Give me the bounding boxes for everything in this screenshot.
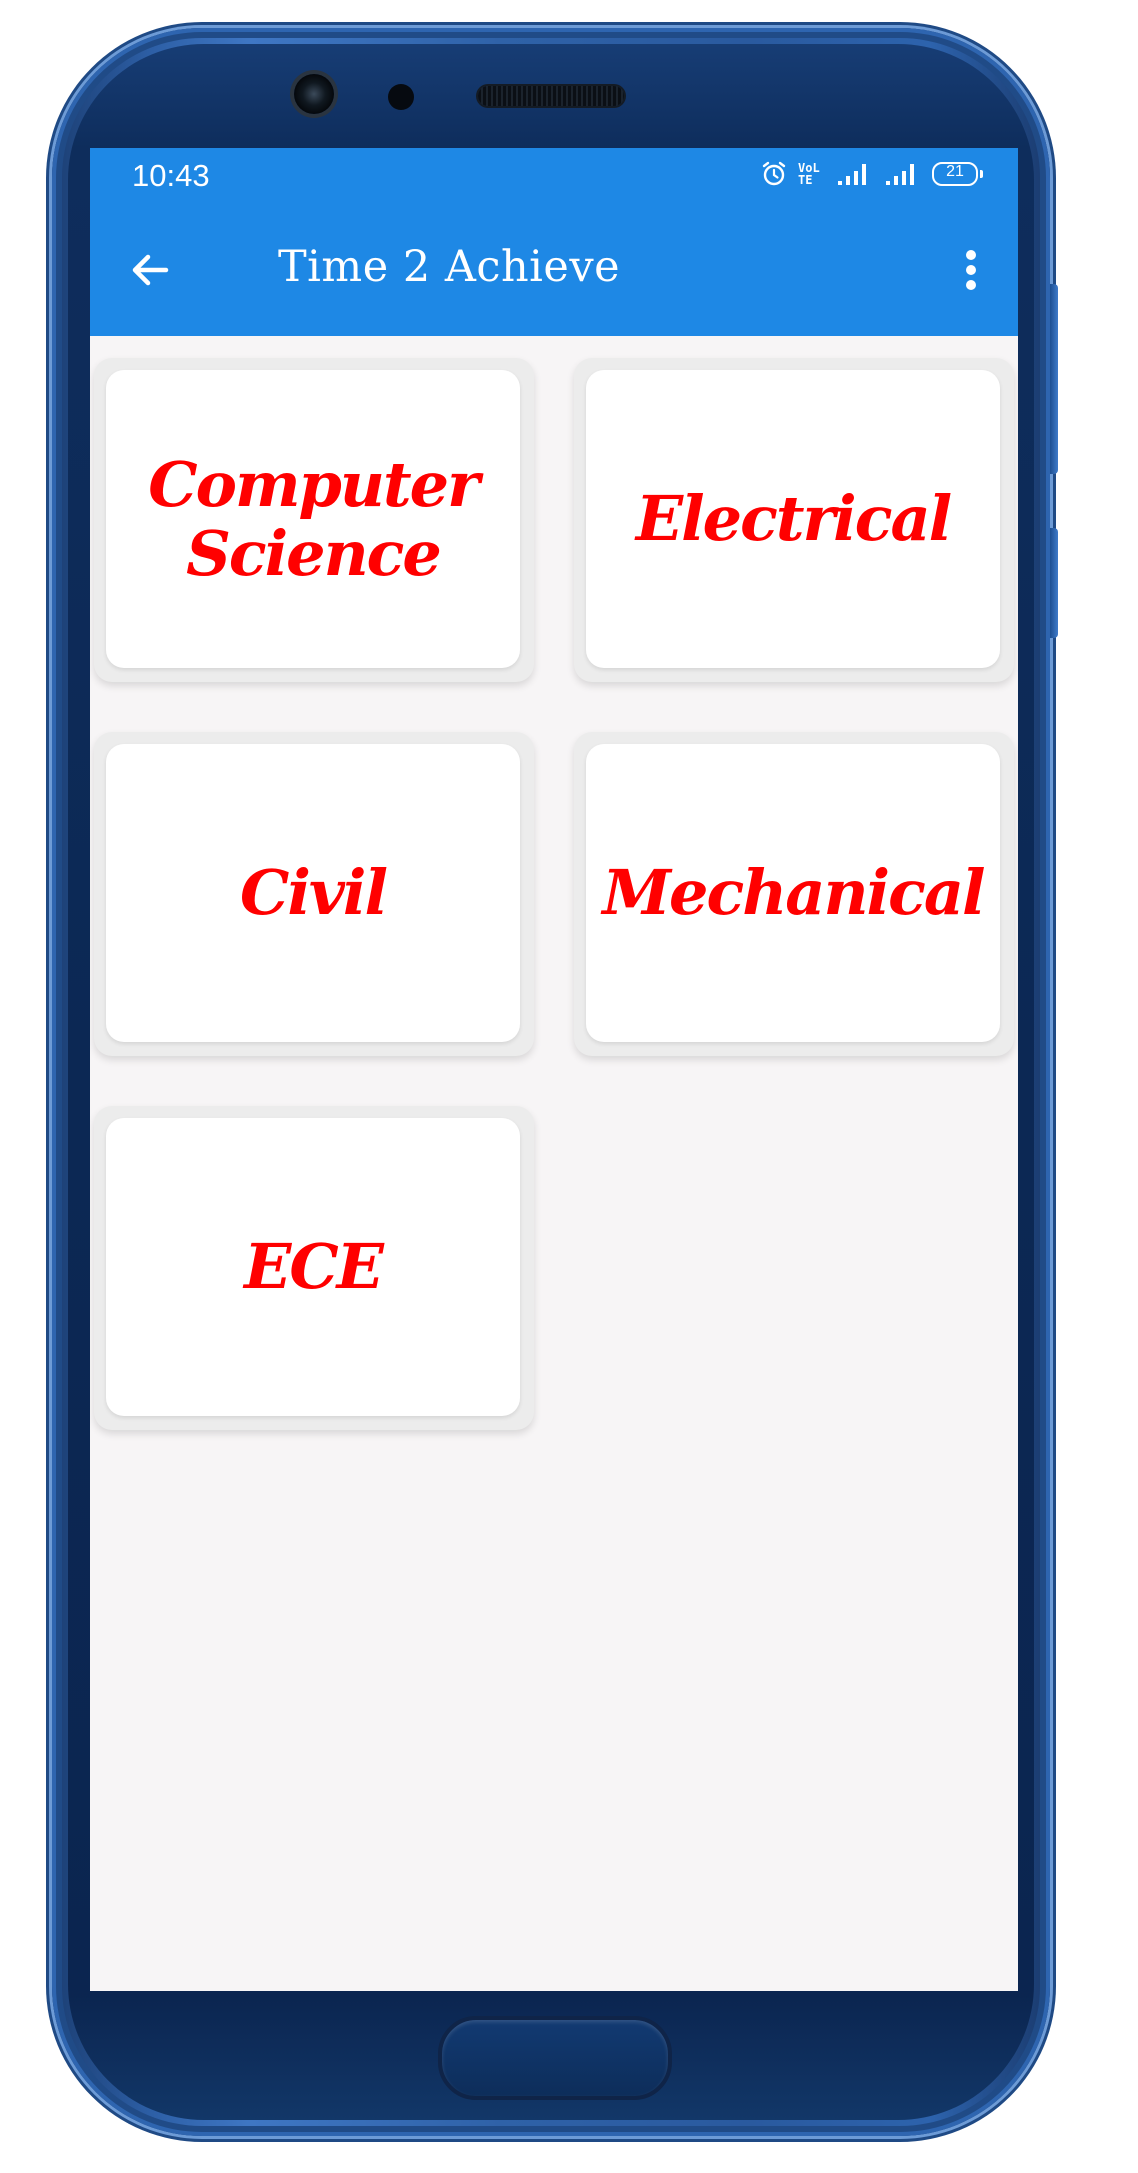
card-face: ECE bbox=[106, 1118, 520, 1416]
category-label: Civil bbox=[239, 856, 388, 930]
category-label: ECE bbox=[244, 1230, 384, 1304]
home-button[interactable] bbox=[438, 2016, 672, 2100]
power-button bbox=[1050, 528, 1058, 638]
card-face: Mechanical bbox=[586, 744, 1000, 1042]
proximity-sensor bbox=[388, 84, 414, 110]
battery-level: 21 bbox=[946, 163, 964, 180]
volte-label: VoLTE bbox=[798, 161, 820, 187]
alarm-icon bbox=[760, 160, 788, 188]
app-title: Time 2 Achieve bbox=[278, 242, 621, 292]
page: 10:43 VoLTE 21 Time 2 Achieve Computer S… bbox=[0, 0, 1138, 2173]
category-card-mechanical[interactable]: Mechanical bbox=[574, 732, 1014, 1056]
bottom-bezel bbox=[90, 1992, 1018, 1996]
back-button[interactable] bbox=[120, 240, 180, 300]
card-face: Civil bbox=[106, 744, 520, 1042]
signal-icon bbox=[884, 161, 922, 187]
arrow-left-icon bbox=[132, 254, 169, 286]
front-camera bbox=[294, 74, 334, 114]
category-card-ece[interactable]: ECE bbox=[94, 1106, 534, 1430]
signal-icon bbox=[836, 161, 874, 187]
category-label: Computer Science bbox=[148, 447, 479, 590]
category-card-electrical[interactable]: Electrical bbox=[574, 358, 1014, 682]
category-card-computer-science[interactable]: Computer Science bbox=[94, 358, 534, 682]
category-label: Mechanical bbox=[602, 856, 985, 930]
volume-button bbox=[1050, 284, 1058, 474]
card-face: Computer Science bbox=[106, 370, 520, 668]
app-header: 10:43 VoLTE 21 Time 2 Achieve bbox=[90, 148, 1018, 336]
battery-tip bbox=[980, 170, 983, 178]
more-vert-icon bbox=[966, 250, 976, 290]
screen: 10:43 VoLTE 21 Time 2 Achieve Computer S… bbox=[90, 148, 1018, 1991]
card-face: Electrical bbox=[586, 370, 1000, 668]
category-card-civil[interactable]: Civil bbox=[94, 732, 534, 1056]
category-label: Electrical bbox=[635, 482, 952, 556]
overflow-menu-button[interactable] bbox=[946, 240, 996, 300]
status-icons: VoLTE 21 bbox=[760, 160, 983, 188]
earpiece-speaker bbox=[478, 86, 624, 106]
volte-icon: VoLTE bbox=[798, 162, 826, 186]
status-time: 10:43 bbox=[132, 158, 210, 193]
battery-icon: 21 bbox=[932, 162, 983, 186]
